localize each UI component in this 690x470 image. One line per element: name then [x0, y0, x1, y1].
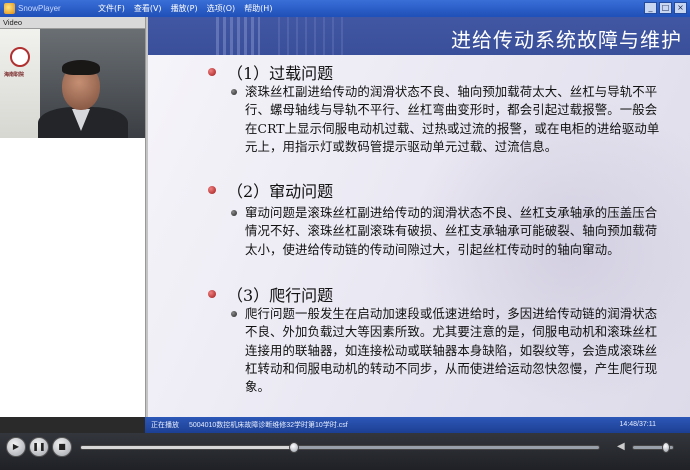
- menu-options[interactable]: 选项(O): [207, 3, 236, 14]
- stop-button[interactable]: ■: [52, 437, 72, 457]
- slide-title: 进给传动系统故障与维护: [451, 28, 682, 52]
- paragraph-creep: 爬行问题一般发生在启动加速段或低速进给时，多因进给传动链的润滑状态不良、外加负载…: [231, 305, 661, 396]
- red-bullet-icon: [208, 290, 216, 298]
- slide-body: （1）过载问题 滚珠丝杠副进给传动的润滑状态不良、轴向预加载荷太大、丝杠与导轨不…: [148, 55, 690, 417]
- bullet-icon: [231, 89, 237, 95]
- paragraph-backlash: 窜动问题是滚珠丝杠副进给传动的润滑状态不良、丝杠支承轴承的压盖压合情况不好、滚珠…: [231, 204, 661, 259]
- volume-slider[interactable]: [632, 442, 674, 453]
- header-stripes: [216, 17, 260, 55]
- paragraph-text: 爬行问题一般发生在启动加速段或低速进给时，多因进给传动链的润滑状态不良、外加负载…: [245, 306, 658, 395]
- menu-view[interactable]: 查看(V): [134, 3, 162, 14]
- video-wall: [0, 29, 40, 138]
- stop-icon: ■: [58, 442, 66, 451]
- lecturer-hair: [62, 60, 100, 75]
- bullet-icon: [231, 210, 237, 216]
- title-bar: SnowPlayer 文件(F) 查看(V) 播放(P) 选项(O) 帮助(H)…: [0, 0, 690, 17]
- school-logo-text: 海南职院: [4, 72, 25, 78]
- window-controls: _ □ ×: [644, 2, 687, 14]
- seek-bar[interactable]: [80, 442, 600, 453]
- maximize-button[interactable]: □: [659, 2, 672, 14]
- menu-file[interactable]: 文件(F): [98, 3, 125, 14]
- section-title: （1）过载问题: [227, 64, 334, 83]
- paragraph-text: 滚珠丝杠副进给传动的润滑状态不良、轴向预加载荷太大、丝杠与导轨不平行、螺母轴线与…: [245, 84, 660, 154]
- red-bullet-icon: [208, 186, 216, 194]
- seek-progress: [81, 446, 295, 449]
- status-bar: 正在播放 5004010数控机床故障诊断维修32学时第10学时.csf 14:4…: [0, 417, 690, 433]
- app-icon: [4, 3, 15, 14]
- video-panel-label: Video: [0, 17, 145, 29]
- play-button[interactable]: ▶: [6, 437, 26, 457]
- playback-controls: ▶ ❚❚ ■ ◀: [0, 433, 690, 470]
- slide: 进给传动系统故障与维护 （1）过载问题 滚珠丝杠副进给传动的润滑状态不良、轴向预…: [148, 17, 690, 417]
- red-bullet-icon: [208, 68, 216, 76]
- school-logo-icon: [10, 47, 30, 67]
- file-name: 5004010数控机床故障诊断维修32学时第10学时.csf: [189, 422, 348, 429]
- minimize-button[interactable]: _: [644, 2, 657, 14]
- menu-bar: 文件(F) 查看(V) 播放(P) 选项(O) 帮助(H): [98, 3, 272, 14]
- section-title: （3）爬行问题: [227, 286, 334, 305]
- section-heading-overload: （1）过载问题: [208, 60, 333, 84]
- slide-header: 进给传动系统故障与维护: [148, 17, 690, 55]
- status-bar-left: [0, 417, 145, 433]
- pause-icon: ❚❚: [32, 442, 46, 451]
- playback-time: 14:48/37:11: [619, 421, 656, 428]
- app-name: SnowPlayer: [18, 4, 61, 13]
- bullet-icon: [231, 311, 237, 317]
- pause-button[interactable]: ❚❚: [29, 437, 49, 457]
- section-heading-backlash: （2）窜动问题: [208, 178, 333, 202]
- menu-play[interactable]: 播放(P): [171, 3, 198, 14]
- menu-help[interactable]: 帮助(H): [244, 3, 272, 14]
- video-panel: Video 海南职院: [0, 17, 145, 417]
- volume-icon: ◀: [617, 441, 625, 452]
- paragraph-text: 窜动问题是滚珠丝杠副进给传动的润滑状态不良、丝杠支承轴承的压盖压合情况不好、滚珠…: [245, 205, 658, 257]
- play-icon: ▶: [12, 442, 20, 451]
- lecturer-video[interactable]: 海南职院: [0, 29, 145, 138]
- header-stripes-secondary: [278, 17, 348, 55]
- section-heading-creep: （3）爬行问题: [208, 282, 333, 306]
- playback-state: 正在播放: [151, 422, 179, 429]
- close-button[interactable]: ×: [674, 2, 687, 14]
- seek-thumb[interactable]: [289, 442, 300, 453]
- paragraph-overload: 滚珠丝杠副进给传动的润滑状态不良、轴向预加载荷太大、丝杠与导轨不平行、螺母轴线与…: [231, 83, 661, 156]
- section-title: （2）窜动问题: [227, 182, 334, 201]
- volume-thumb[interactable]: [661, 442, 670, 453]
